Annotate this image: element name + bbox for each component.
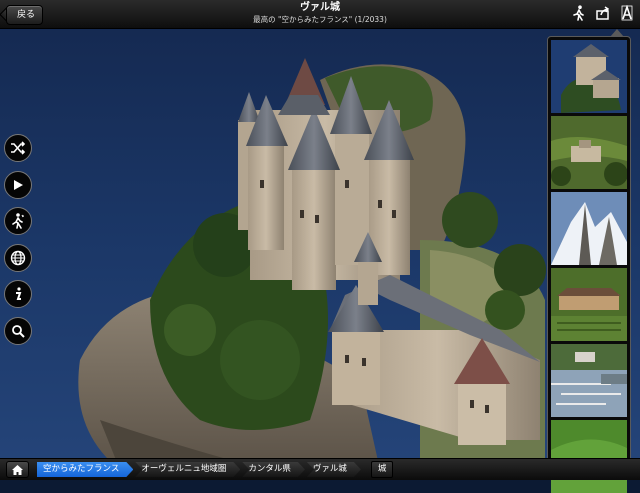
home-button[interactable] — [6, 461, 29, 478]
font-size-icon[interactable] — [618, 3, 636, 23]
tool-buttons — [4, 134, 34, 353]
page-title: ヴァル城 — [300, 2, 340, 13]
page-subtitle: 最高の "空からみたフランス" (1/2033) — [253, 15, 387, 24]
breadcrumb-item-department[interactable]: カンタル県 — [242, 462, 305, 477]
thumbnail-village-in-valley[interactable] — [551, 116, 627, 189]
top-actions — [570, 3, 636, 23]
search-icon[interactable] — [4, 316, 32, 345]
thumbnail-strip[interactable] — [547, 29, 631, 493]
thumbnail-coastal-harbor[interactable] — [551, 344, 627, 417]
breadcrumb-item-region[interactable]: オーヴェルニュ地域圏 — [135, 462, 240, 477]
home-icon — [12, 464, 23, 475]
thumbnail-castle[interactable] — [551, 40, 627, 113]
thumbnail-chateau-with-garden[interactable] — [551, 268, 627, 341]
thumbnail-green-fields[interactable] — [551, 420, 627, 493]
shuffle-icon[interactable] — [4, 134, 32, 162]
breadcrumb: 空からみたフランス オーヴェルニュ地域圏 カンタル県 ヴァル城 城 — [0, 458, 640, 480]
tag-castle[interactable]: 城 — [370, 461, 394, 478]
info-icon[interactable] — [4, 280, 32, 308]
share-icon[interactable] — [594, 3, 612, 23]
top-navigation-bar: 戻る ヴァル城 最高の "空からみたフランス" (1/2033) — [0, 0, 640, 29]
play-icon[interactable] — [4, 170, 32, 199]
back-button[interactable]: 戻る — [6, 5, 44, 25]
castle-photo — [0, 0, 640, 480]
walker-icon[interactable] — [570, 3, 588, 23]
thumbnail-snowy-mountain-peak[interactable] — [551, 192, 627, 265]
breadcrumb-item-place[interactable]: ヴァル城 — [307, 462, 361, 477]
title-block: ヴァル城 最高の "空からみたフランス" (1/2033) — [150, 2, 490, 25]
hiker-icon[interactable] — [4, 207, 32, 235]
breadcrumb-item-france[interactable]: 空からみたフランス — [37, 462, 133, 477]
globe-icon[interactable] — [4, 243, 32, 272]
